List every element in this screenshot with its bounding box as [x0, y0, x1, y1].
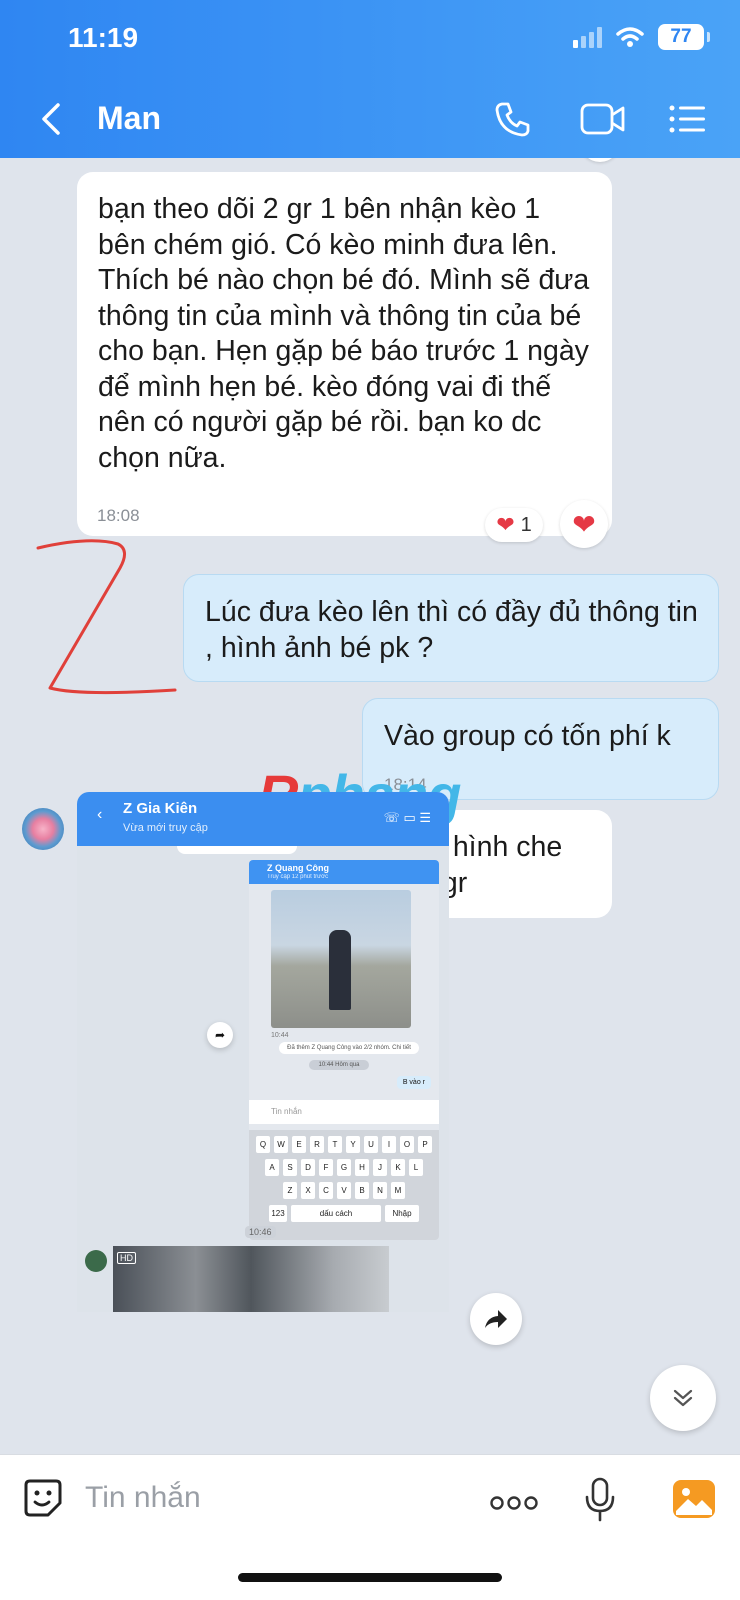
keyboard-key: Y	[346, 1136, 360, 1153]
battery-indicator: 77	[658, 24, 710, 50]
message-time: 18:08	[97, 506, 140, 525]
forward-button[interactable]	[470, 1293, 522, 1345]
keyboard-key: B	[355, 1182, 369, 1199]
forward-icon	[485, 1310, 507, 1328]
heart-icon: ❤	[572, 508, 596, 540]
message-bubble[interactable]: bạn theo dõi 2 gr 1 bên nhận kèo 1 bên c…	[77, 172, 612, 536]
keyboard-key: X	[301, 1182, 315, 1199]
embedded-inner-screenshot: Z Quang Công Truy cập 12 phút trước 10:4…	[249, 860, 439, 1240]
image-message[interactable]: ‹ Z Gia Kiên Vừa mới truy cập ☏ ▭ ☰ Z Qu…	[77, 792, 449, 1312]
sticker-icon[interactable]	[22, 1477, 64, 1519]
keyboard-key: R	[310, 1136, 324, 1153]
keyboard-key: I	[382, 1136, 396, 1153]
scroll-down-button[interactable]	[650, 1365, 716, 1431]
reaction-button[interactable]	[580, 158, 620, 162]
heart-react-button[interactable]: ❤	[560, 500, 608, 548]
gallery-icon[interactable]	[672, 1479, 716, 1519]
keyboard-key: G	[337, 1159, 351, 1176]
scroll-down-icon	[673, 1389, 693, 1407]
message-text: bạn theo dõi 2 gr 1 bên nhận kèo 1 bên c…	[98, 193, 590, 474]
keyboard-key: P	[418, 1136, 432, 1153]
menu-icon[interactable]	[668, 104, 706, 134]
keyboard-key: L	[409, 1159, 423, 1176]
keyboard-key: V	[337, 1182, 351, 1199]
embedded-header: ‹ Z Gia Kiên Vừa mới truy cập ☏ ▭ ☰	[77, 792, 449, 846]
wifi-icon	[616, 27, 644, 47]
heart-icon: ❤	[496, 512, 515, 537]
status-time: 11:19	[68, 22, 139, 53]
keyboard-key: H	[355, 1159, 369, 1176]
keyboard-key: S	[283, 1159, 297, 1176]
chat-title[interactable]: Man	[97, 100, 161, 137]
composer-bar: Tin nhắn	[0, 1454, 740, 1600]
video-icon[interactable]	[580, 102, 626, 136]
reaction-count[interactable]: ❤ 1	[485, 508, 543, 542]
keyboard-key: D	[301, 1159, 315, 1176]
keyboard-key: J	[373, 1159, 387, 1176]
handwritten-annotation	[36, 539, 177, 695]
keyboard-key: K	[391, 1159, 405, 1176]
photo-thumbnail	[271, 890, 411, 1028]
keyboard-key: F	[319, 1159, 333, 1176]
keyboard: QWERTYUIOP ASDFGHJKL ZXCVBNM 123 dấu các…	[249, 1130, 439, 1240]
keyboard-key: T	[328, 1136, 342, 1153]
photo-thumbnail: HD	[113, 1246, 389, 1312]
keyboard-key: W	[274, 1136, 288, 1153]
keyboard-key: N	[373, 1182, 387, 1199]
keyboard-key: A	[265, 1159, 279, 1176]
keyboard-key: E	[292, 1136, 306, 1153]
top-bar: 11:19 77 Man	[0, 0, 740, 158]
message-bubble-outgoing[interactable]: Lúc đưa kèo lên thì có đầy đủ thông tin …	[183, 574, 719, 682]
keyboard-key: O	[400, 1136, 414, 1153]
keyboard-key: U	[364, 1136, 378, 1153]
home-indicator	[238, 1573, 502, 1582]
keyboard-key: Q	[256, 1136, 270, 1153]
keyboard-key: Z	[283, 1182, 297, 1199]
message-text: Vào group có tốn phí k	[384, 720, 671, 752]
signal-icon	[573, 26, 602, 48]
back-icon[interactable]	[38, 102, 64, 136]
phone-icon[interactable]	[494, 100, 532, 138]
status-indicators: 77	[573, 24, 710, 50]
mic-icon[interactable]	[584, 1477, 616, 1523]
more-icon[interactable]	[490, 1495, 538, 1511]
avatar[interactable]	[22, 808, 64, 850]
message-input[interactable]: Tin nhắn	[85, 1481, 201, 1515]
message-text: Lúc đưa kèo lên thì có đầy đủ thông tin …	[205, 596, 698, 664]
keyboard-key: M	[391, 1182, 405, 1199]
keyboard-key: C	[319, 1182, 333, 1199]
forward-icon[interactable]: ➦	[207, 1022, 233, 1048]
